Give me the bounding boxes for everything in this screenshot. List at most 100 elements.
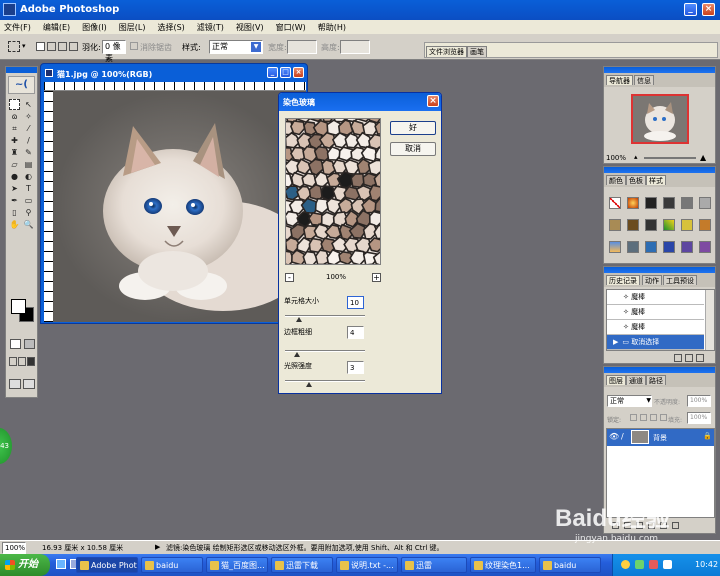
magic-wand-icon[interactable]: ✧ <box>23 111 34 122</box>
style-swatch[interactable] <box>663 197 675 209</box>
pen-tool-icon[interactable]: ✒ <box>9 195 20 206</box>
tab-navigator[interactable]: 导航器 <box>606 75 633 85</box>
tab-paths[interactable]: 路径 <box>646 375 666 385</box>
standard-screen-icon[interactable] <box>9 357 17 366</box>
style-swatch[interactable] <box>663 219 675 231</box>
menu-edit[interactable]: 编辑(E) <box>43 22 70 33</box>
full-screen-icon[interactable] <box>27 357 35 366</box>
taskbar-item-photoshop[interactable]: Adobe Phot... <box>76 557 138 573</box>
marquee-preset-icon[interactable] <box>8 41 20 52</box>
style-swatch[interactable] <box>645 197 657 209</box>
doc-maximize-button[interactable]: □ <box>280 67 291 78</box>
ok-button[interactable]: 好 <box>390 121 436 135</box>
full-screen-menu-icon[interactable] <box>18 357 26 366</box>
tray-icon[interactable] <box>621 560 630 569</box>
list-item[interactable]: ✧ 魔棒 <box>607 320 704 335</box>
chevron-down-icon[interactable]: ▾ <box>22 42 26 50</box>
style-swatch[interactable] <box>681 241 693 253</box>
tab-brushes[interactable]: 画笔 <box>467 46 487 57</box>
cell-size-input[interactable]: 10 <box>347 296 364 309</box>
shape-tool-icon[interactable]: ▭ <box>23 195 34 206</box>
history-brush-icon[interactable]: ✎ <box>23 147 34 158</box>
gradient-tool-icon[interactable]: ▤ <box>23 159 34 170</box>
light-intensity-slider-track[interactable] <box>285 380 365 382</box>
style-none[interactable] <box>609 197 621 209</box>
table-row[interactable]: 👁 / 背景 🔒 <box>607 429 714 446</box>
lock-icons[interactable] <box>630 414 667 421</box>
tray-icon[interactable] <box>649 560 658 569</box>
dodge-tool-icon[interactable]: ◐ <box>23 171 34 182</box>
tab-history[interactable]: 历史记录 <box>606 275 640 285</box>
menu-filter[interactable]: 滤镜(T) <box>197 22 224 33</box>
taskbar-item-notes[interactable]: 说明.txt -... <box>336 557 398 573</box>
menu-window[interactable]: 窗口(W) <box>276 22 306 33</box>
feather-input[interactable]: 0 像素 <box>102 40 126 63</box>
tab-styles[interactable]: 样式 <box>646 175 666 185</box>
navigator-zoom-out-icon[interactable]: ▴ <box>634 153 638 161</box>
eraser-tool-icon[interactable]: ▱ <box>9 159 20 170</box>
type-tool-icon[interactable]: T <box>23 183 34 194</box>
style-swatch[interactable] <box>627 219 639 231</box>
style-swatch[interactable] <box>609 241 621 253</box>
screen-mode-icons[interactable] <box>9 357 35 366</box>
menu-file[interactable]: 文件(F) <box>4 22 31 33</box>
intersect-selection-icon[interactable] <box>69 42 78 51</box>
ie-icon[interactable] <box>56 559 66 569</box>
new-selection-icon[interactable] <box>36 42 45 51</box>
tab-swatches[interactable]: 色板 <box>626 175 646 185</box>
height-input[interactable] <box>340 40 370 54</box>
path-select-icon[interactable]: ➤ <box>9 183 20 194</box>
menu-layer[interactable]: 图层(L) <box>119 22 146 33</box>
style-swatch[interactable] <box>627 197 639 209</box>
zoom-tool-icon[interactable]: 🔍 <box>23 219 34 230</box>
lock-position-icon[interactable] <box>650 414 657 421</box>
lock-pixels-icon[interactable] <box>640 414 647 421</box>
tab-info[interactable]: 信息 <box>634 75 654 85</box>
close-button[interactable]: × <box>702 3 715 16</box>
taskbar-item-xunlei[interactable]: 迅雷 <box>401 557 467 573</box>
taskbar-item-baidu-2[interactable]: baidu <box>539 557 601 573</box>
imageready-icon[interactable] <box>23 379 35 389</box>
subtract-selection-icon[interactable] <box>58 42 67 51</box>
light-intensity-slider-thumb[interactable] <box>306 382 312 387</box>
blend-mode-select[interactable]: 正常 ▼ <box>607 395 652 407</box>
style-swatch[interactable] <box>609 219 621 231</box>
zoom-in-button[interactable]: + <box>372 273 381 282</box>
lock-icon[interactable] <box>660 414 667 421</box>
blur-tool-icon[interactable]: ● <box>9 171 20 182</box>
style-swatch[interactable] <box>699 241 711 253</box>
border-thickness-slider-thumb[interactable] <box>294 352 300 357</box>
tab-channels[interactable]: 通道 <box>626 375 646 385</box>
filter-preview[interactable] <box>285 118 381 265</box>
side-floating-tab[interactable]: 43 <box>0 428 12 464</box>
adobe-online-icon[interactable]: ~( <box>8 76 35 94</box>
add-selection-icon[interactable] <box>47 42 56 51</box>
opacity-input[interactable]: 100% <box>687 395 711 407</box>
tab-color[interactable]: 颜色 <box>606 175 626 185</box>
style-swatch[interactable] <box>627 241 639 253</box>
cell-size-slider-thumb[interactable] <box>296 317 302 322</box>
tab-actions[interactable]: 动作 <box>642 275 662 285</box>
style-swatch[interactable] <box>699 197 711 209</box>
trash-icon[interactable] <box>696 354 704 362</box>
tab-tool-presets[interactable]: 工具预设 <box>663 275 697 285</box>
start-button[interactable]: 开始 <box>0 554 50 576</box>
minimize-button[interactable]: _ <box>684 3 697 16</box>
menu-view[interactable]: 视图(V) <box>236 22 264 33</box>
lasso-tool-icon[interactable]: ɷ <box>9 111 20 122</box>
taskbar-item-texture[interactable]: 纹理染色1... <box>470 557 536 573</box>
taskbar-item-xunlei-download[interactable]: 迅雷下载 <box>271 557 333 573</box>
taskbar-item-baidu-image[interactable]: 猫_百度图... <box>206 557 268 573</box>
list-item[interactable]: ✧ 魔棒 <box>607 305 704 320</box>
cancel-button[interactable]: 取消 <box>390 142 436 156</box>
selection-mode-icons[interactable] <box>36 42 78 51</box>
tab-file-browser[interactable]: 文件浏览器 <box>426 46 467 57</box>
border-thickness-input[interactable]: 4 <box>347 326 364 339</box>
width-input[interactable] <box>287 40 317 54</box>
tray-icon[interactable] <box>663 560 672 569</box>
taskbar-item-baidu[interactable]: baidu <box>141 557 203 573</box>
style-swatch[interactable] <box>645 219 657 231</box>
doc-minimize-button[interactable]: _ <box>267 67 278 78</box>
zoom-out-button[interactable]: - <box>285 273 294 282</box>
quick-mask-icons[interactable] <box>10 339 35 349</box>
